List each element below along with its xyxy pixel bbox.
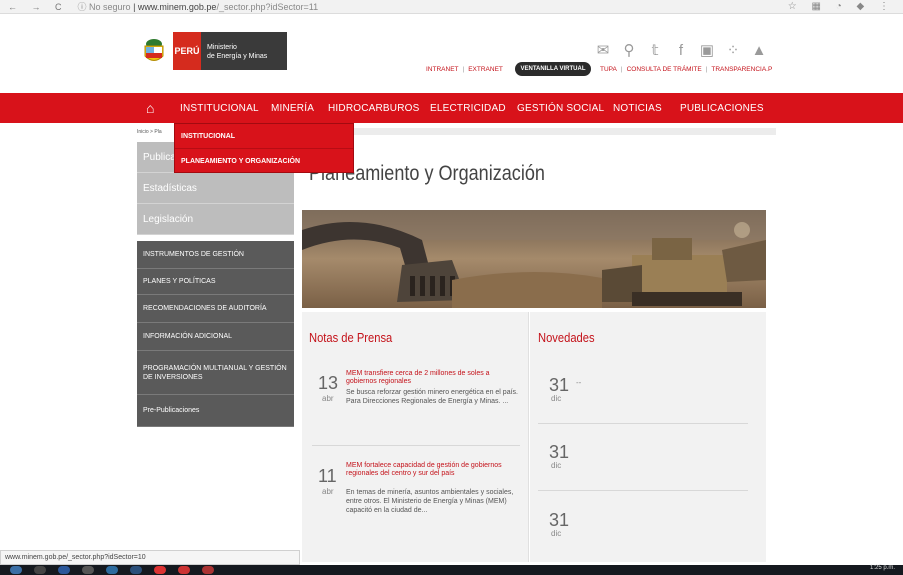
news-headline[interactable]: MEM fortalece capacidad de gestión de go… (346, 462, 518, 478)
start-icon[interactable] (10, 566, 22, 574)
sidebar-item-recomendaciones[interactable]: RECOMENDACIONES DE AUDITORÍA (137, 295, 294, 323)
search-icon[interactable]: ⚲ (621, 43, 637, 59)
dropdown-item-planeamiento[interactable]: PLANEAMIENTO Y ORGANIZACIÓN (175, 148, 353, 172)
youtube-icon[interactable]: ▣ (699, 43, 715, 59)
nav-noticias[interactable]: NOTICIAS (613, 103, 662, 114)
url-host: www.minem.gob.pe (137, 2, 217, 12)
nav-gestion-social[interactable]: GESTIÓN SOCIAL (517, 103, 604, 114)
press-notes-panel (302, 312, 529, 562)
app-icon[interactable] (202, 566, 214, 574)
sidebar-item-informacion[interactable]: INFORMACIÓN ADICIONAL (137, 323, 294, 351)
breadcrumb[interactable]: Inicio > Pla (137, 129, 162, 135)
news-month: abr (322, 487, 334, 496)
novedad-day: 31 (549, 375, 570, 395)
news-day: 13 (318, 373, 339, 393)
transparencia-link[interactable]: TRANSPARENCIA.P (711, 66, 772, 73)
press-notes-title[interactable]: Notas de Prensa (309, 330, 392, 345)
address-field[interactable]: ⓘ No seguro | www.minem.gob.pe/_sector.p… (78, 0, 319, 13)
ministry-logo[interactable]: PERÚ Ministerio de Energía y Minas (135, 32, 287, 70)
institucional-dropdown-menu: INSTITUCIONAL PLANEAMIENTO Y ORGANIZACIÓ… (174, 123, 354, 173)
news-divider (312, 445, 520, 446)
edge-icon[interactable] (58, 566, 70, 574)
nav-mineria[interactable]: MINERÍA (271, 103, 314, 114)
app-icon[interactable] (130, 566, 142, 574)
ventanilla-virtual-button[interactable]: VENTANILLA VIRTUAL (515, 62, 591, 76)
novedad-text[interactable]: -- (576, 378, 581, 387)
logo-ministry-label: Ministerio de Energía y Minas (201, 32, 287, 70)
home-icon[interactable]: ⌂ (146, 100, 154, 116)
app-icon[interactable] (178, 566, 190, 574)
nav-publicaciones[interactable]: PUBLICACIONES (680, 103, 764, 114)
taskbar-clock[interactable]: 1:25 p.m. (870, 565, 895, 571)
mail-icon[interactable]: ✉ (595, 43, 611, 59)
sidebar-item-prepublicaciones[interactable]: Pre-Publicaciones (137, 395, 294, 427)
browser-address-bar: ← → C ⓘ No seguro | www.minem.gob.pe/_se… (0, 0, 903, 14)
link-separator: | (620, 66, 623, 73)
browser-status-bar: www.minem.gob.pe/_sector.php?idSector=10 (0, 550, 300, 565)
logo-ministry-line1: Ministerio (207, 44, 237, 51)
novedad-day: 31 (549, 442, 570, 462)
novedad-day: 31 (549, 510, 570, 530)
nav-electricidad[interactable]: ELECTRICIDAD (430, 103, 506, 114)
news-headline[interactable]: MEM transfiere cerca de 2 millones de so… (346, 370, 518, 386)
explorer-icon[interactable] (82, 566, 94, 574)
security-indicator[interactable]: ⓘ No seguro (78, 2, 131, 12)
sidebar-item-estadisticas[interactable]: Estadísticas (137, 173, 294, 204)
browser-nav-buttons[interactable]: ← → C (8, 2, 68, 12)
nav-institucional[interactable]: INSTITUCIONAL (180, 103, 259, 114)
dropdown-item-institucional[interactable]: INSTITUCIONAL (175, 124, 353, 148)
novedades-title[interactable]: Novedades (538, 330, 595, 345)
screen: ← → C ⓘ No seguro | www.minem.gob.pe/_se… (0, 0, 903, 575)
extranet-link[interactable]: EXTRANET (468, 66, 503, 73)
sidebar-item-instrumentos[interactable]: INSTRUMENTOS DE GESTIÓN (137, 241, 294, 269)
logo-peru-label: PERÚ (173, 32, 201, 70)
novedad-divider (538, 423, 748, 424)
gallery-icon[interactable]: ▲ (751, 43, 767, 59)
coat-of-arms-icon (135, 32, 173, 70)
logo-ministry-line2: de Energía y Minas (207, 53, 268, 60)
chrome-icon[interactable] (154, 566, 166, 574)
social-icons: ✉ ⚲ 𝕥 f ▣ ⁘ ▲ (595, 43, 767, 59)
utility-links: TUPA | CONSULTA DE TRÁMITE | TRANSPARENC… (600, 66, 772, 73)
browser-extension-icons[interactable]: ☆ ▦ ◔ ◆ ⋮ (788, 1, 895, 12)
url-path: /_sector.php?idSector=11 (216, 2, 319, 12)
twitter-icon[interactable]: 𝕥 (647, 43, 663, 59)
sidebar-item-programacion[interactable]: PROGRAMACIÓN MULTIANUAL Y GESTIÓN DE INV… (137, 351, 294, 395)
main-navigation: ⌂ INSTITUCIONAL MINERÍA HIDROCARBUROS EL… (0, 93, 903, 123)
sidebar-item-planes[interactable]: PLANES Y POLÍTICAS (137, 269, 294, 295)
novedad-month: dic (551, 461, 562, 470)
news-summary: Se busca reforzar gestión minero energét… (346, 389, 518, 405)
link-separator: | (705, 66, 708, 73)
intranet-link[interactable]: INTRANET (426, 66, 459, 73)
novedad-month: dic (551, 394, 562, 403)
news-summary: En temas de minería, asuntos ambientales… (346, 489, 514, 514)
novedad-month: dic (551, 529, 562, 538)
facebook-icon[interactable]: f (673, 43, 689, 59)
news-day: 11 (318, 466, 337, 486)
link-separator: | (462, 66, 465, 73)
top-links: INTRANET | EXTRANET (426, 66, 503, 73)
nav-hidrocarburos[interactable]: HIDROCARBUROS (328, 103, 420, 114)
os-taskbar: 1:25 p.m. (0, 565, 903, 575)
flickr-icon[interactable]: ⁘ (725, 43, 741, 59)
news-month: abr (322, 394, 334, 403)
novedad-divider (538, 490, 748, 491)
tupa-link[interactable]: TUPA (600, 66, 617, 73)
search-icon[interactable] (34, 566, 46, 574)
sidebar-item-legislacion[interactable]: Legislación (137, 204, 294, 235)
mining-banner-image (302, 210, 766, 308)
consulta-tramite-link[interactable]: CONSULTA DE TRÁMITE (627, 66, 702, 73)
store-icon[interactable] (106, 566, 118, 574)
content-header-strip (294, 128, 776, 135)
